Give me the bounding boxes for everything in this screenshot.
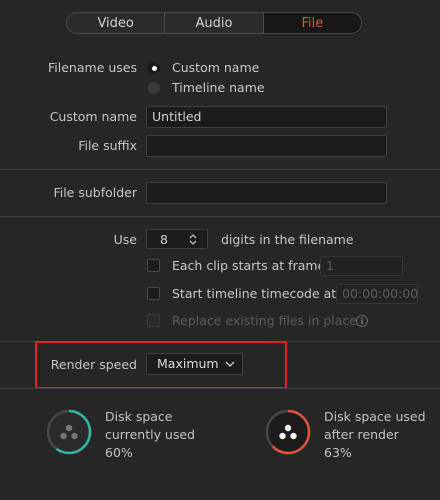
- tab-audio[interactable]: Audio: [165, 13, 264, 33]
- radio-timeline-name[interactable]: [148, 82, 160, 94]
- tab-video[interactable]: Video: [67, 13, 166, 33]
- disk-after-text: Disk space used after render 63%: [324, 408, 426, 462]
- disk-after-icon: [279, 424, 297, 440]
- start-timecode-checkbox[interactable]: [147, 287, 160, 300]
- render-speed-value: Maximum: [157, 356, 219, 371]
- replace-files-label: Replace existing files in place: [172, 313, 357, 328]
- chevron-down-icon: [225, 361, 235, 367]
- use-label: Use: [113, 232, 137, 247]
- file-subfolder-input[interactable]: [146, 182, 387, 204]
- render-speed-dropdown[interactable]: Maximum: [146, 353, 243, 375]
- start-timecode-input[interactable]: 00:00:00:00: [336, 284, 418, 304]
- info-icon[interactable]: i: [356, 315, 368, 327]
- radio-timeline-name-label[interactable]: Timeline name: [172, 80, 265, 95]
- file-suffix-input[interactable]: [146, 135, 387, 157]
- disk-after-percent: 63%: [324, 445, 352, 460]
- tab-file[interactable]: File: [263, 13, 361, 33]
- replace-files-checkbox[interactable]: [147, 314, 160, 327]
- digits-value: 8: [160, 232, 168, 247]
- start-frame-input[interactable]: 1: [320, 256, 403, 276]
- disk-current-percent: 60%: [105, 445, 133, 460]
- disk-current-line1: Disk space: [105, 409, 173, 424]
- file-suffix-label: File suffix: [78, 138, 137, 153]
- file-subfolder-label: File subfolder: [53, 185, 137, 200]
- tab-bar: Video Audio File: [66, 12, 362, 34]
- digits-suffix-label: digits in the filename: [221, 232, 354, 247]
- divider: [0, 388, 440, 389]
- stepper-arrows-icon[interactable]: [188, 234, 198, 245]
- start-timecode-label[interactable]: Start timeline timecode at: [172, 286, 336, 301]
- radio-custom-name[interactable]: [148, 62, 160, 74]
- disk-current-icon: [60, 424, 78, 440]
- render-speed-label: Render speed: [50, 357, 137, 372]
- custom-name-label: Custom name: [49, 109, 137, 124]
- filename-uses-label: Filename uses: [48, 60, 137, 75]
- custom-name-input[interactable]: Untitled: [146, 106, 387, 128]
- divider: [0, 169, 440, 170]
- digits-stepper[interactable]: 8: [146, 229, 208, 249]
- disk-current-text: Disk space currently used 60%: [105, 408, 195, 462]
- radio-custom-name-label[interactable]: Custom name: [172, 60, 259, 75]
- disk-current-line2: currently used: [105, 427, 195, 442]
- divider: [0, 216, 440, 217]
- disk-after-line1: Disk space used: [324, 409, 426, 424]
- each-clip-label[interactable]: Each clip starts at frame: [172, 258, 325, 273]
- disk-after-line2: after render: [324, 427, 399, 442]
- each-clip-checkbox[interactable]: [147, 259, 160, 272]
